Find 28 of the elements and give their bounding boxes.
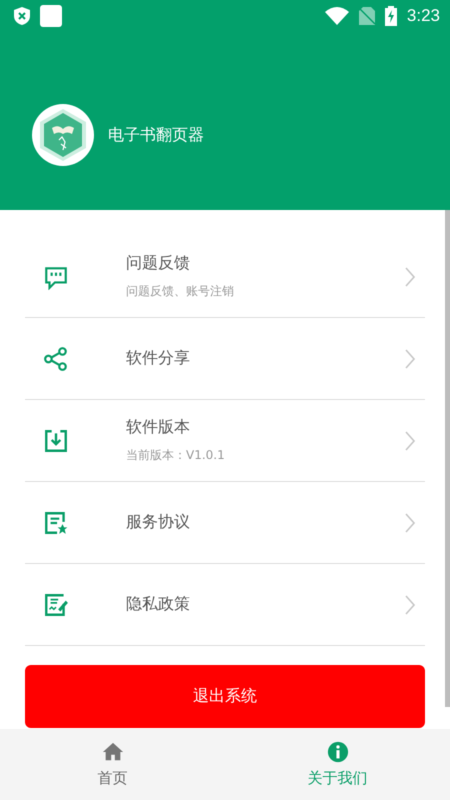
menu-item-title[interactable]: 隐私政策 [126, 594, 405, 615]
menu-item-subtitle: 当前版本：V1.0.1 [126, 447, 226, 464]
menu-item-title[interactable]: 软件分享 [126, 348, 405, 369]
menu-item-subtitle: 问题反馈、账号注销 [126, 283, 235, 300]
chevron-right-icon [405, 266, 415, 286]
status-time: 3:23 [406, 6, 440, 26]
nav-tab[interactable]: 首页 [0, 729, 225, 800]
shield-icon [14, 7, 30, 25]
chevron-right-icon [405, 594, 415, 614]
download-icon [43, 428, 69, 454]
document-pen-icon [43, 592, 69, 618]
chevron-right-icon [405, 430, 415, 450]
document-star-icon [43, 510, 69, 536]
menu-item-title[interactable]: 问题反馈 [126, 253, 405, 274]
no-sim-icon [358, 7, 375, 25]
menu-item-title[interactable]: 服务协议 [126, 512, 405, 533]
notification-icon [40, 5, 62, 27]
app-logo-icon [32, 104, 94, 166]
wifi-icon [324, 7, 349, 25]
home-icon [102, 741, 124, 763]
chevron-right-icon [405, 512, 415, 532]
app-name: 电子书翻页器 [108, 124, 204, 146]
menu-item-title[interactable]: 软件版本 [126, 417, 405, 438]
info-icon [326, 741, 348, 763]
battery-icon [384, 6, 397, 26]
logout-button[interactable]: 退出系统 [25, 665, 425, 728]
share-icon [43, 346, 69, 372]
chevron-right-icon [405, 348, 415, 368]
